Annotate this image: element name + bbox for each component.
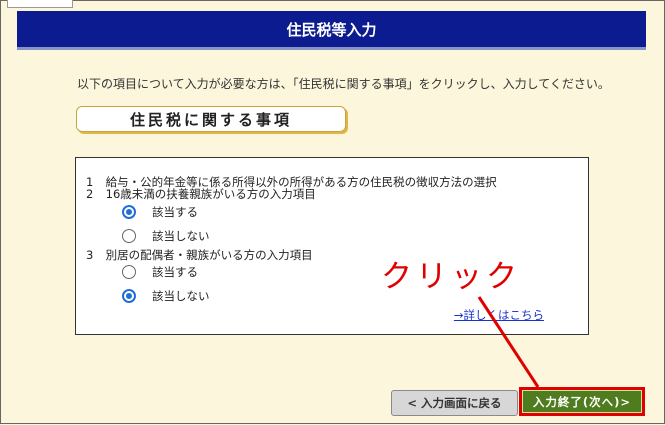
next-button-highlight: 入力終了(次へ)> [519,387,645,416]
back-to-input-button[interactable]: < 入力画面に戻る [391,390,518,416]
app-frame: 住民税等入力 以下の項目について入力が必要な方は、「住民税に関する事項」をクリッ… [0,0,665,424]
annotation-arrow [477,296,540,388]
finish-input-next-button[interactable]: 入力終了(次へ)> [522,390,642,413]
